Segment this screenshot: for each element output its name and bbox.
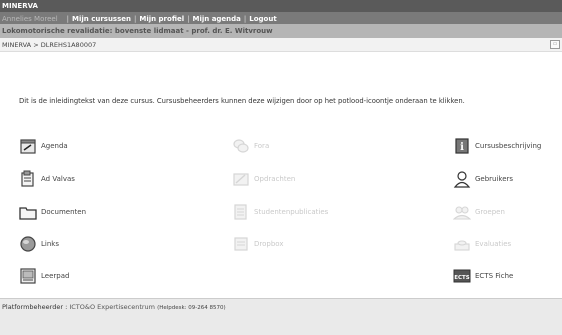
publications-icon — [232, 203, 250, 221]
breadcrumb: MINERVA > DLREHS1A80007 ▭ — [0, 38, 562, 52]
tool-gebruikers[interactable]: Gebruikers — [453, 169, 513, 189]
svg-text:ECTS: ECTS — [454, 275, 470, 281]
main-nav: Annelies Moreel | Mijn cursussen | Mijn … — [0, 12, 562, 24]
tool-agenda[interactable]: Agenda — [19, 136, 68, 156]
evaluation-icon — [453, 235, 471, 253]
user-name: Annelies Moreel — [2, 15, 58, 23]
forum-icon — [232, 137, 250, 155]
tool-fora[interactable]: Fora — [232, 136, 269, 156]
course-title: Lokomotorische revalidatie: bovenste lid… — [2, 27, 273, 35]
breadcrumb-text[interactable]: MINERVA > DLREHS1A80007 — [2, 41, 96, 49]
course-home: Dit is de inleidingtekst van deze cursus… — [0, 52, 562, 298]
info-icon: i — [453, 137, 471, 155]
nav-mijn-agenda[interactable]: Mijn agenda — [193, 15, 241, 23]
tool-evaluaties[interactable]: Evaluaties — [453, 234, 511, 254]
page-footer: Platformbeheerder : ICTO&O Expertisecent… — [0, 298, 562, 335]
folder-icon — [19, 203, 37, 221]
print-icon[interactable]: ▭ — [550, 40, 560, 49]
tool-groepen[interactable]: Groepen — [453, 202, 505, 222]
footer-label: Platformbeheerder : — [2, 303, 70, 311]
tool-opdrachten[interactable]: Opdrachten — [232, 169, 295, 189]
course-title-bar: Lokomotorische revalidatie: bovenste lid… — [0, 24, 562, 38]
dropbox-icon — [232, 235, 250, 253]
calendar-icon — [19, 137, 37, 155]
nav-logout[interactable]: Logout — [249, 15, 276, 23]
announcements-icon — [19, 170, 37, 188]
tool-studentenpublicaties[interactable]: Studentenpublicaties — [232, 202, 328, 222]
tool-links[interactable]: Links — [19, 234, 59, 254]
footer-admin-link[interactable]: ICTO&O Expertisecentrum — [69, 303, 155, 311]
tool-ects-fiche[interactable]: ECTS ECTS Fiche — [453, 266, 513, 286]
footer-helpdesk: (Helpdesk: 09-264 8570) — [157, 305, 226, 311]
globe-icon — [19, 235, 37, 253]
users-icon — [453, 170, 471, 188]
tool-ad-valvas[interactable]: Ad Valvas — [19, 169, 75, 189]
groups-icon — [453, 203, 471, 221]
tool-leerpad[interactable]: Leerpad — [19, 266, 69, 286]
svg-text:i: i — [460, 142, 464, 153]
ects-icon: ECTS — [453, 267, 471, 285]
tool-documenten[interactable]: Documenten — [19, 202, 86, 222]
tool-dropbox[interactable]: Dropbox — [232, 234, 284, 254]
tool-cursusbeschrijving[interactable]: i Cursusbeschrijving — [453, 136, 541, 156]
nav-mijn-cursussen[interactable]: Mijn cursussen — [72, 15, 131, 23]
intro-text: Dit is de inleidingtekst van deze cursus… — [19, 97, 465, 105]
assignment-icon — [232, 170, 250, 188]
nav-mijn-profiel[interactable]: Mijn profiel — [139, 15, 184, 23]
learning-path-icon — [19, 267, 37, 285]
app-header: MINERVA — [0, 0, 562, 12]
app-name: MINERVA — [2, 2, 38, 10]
